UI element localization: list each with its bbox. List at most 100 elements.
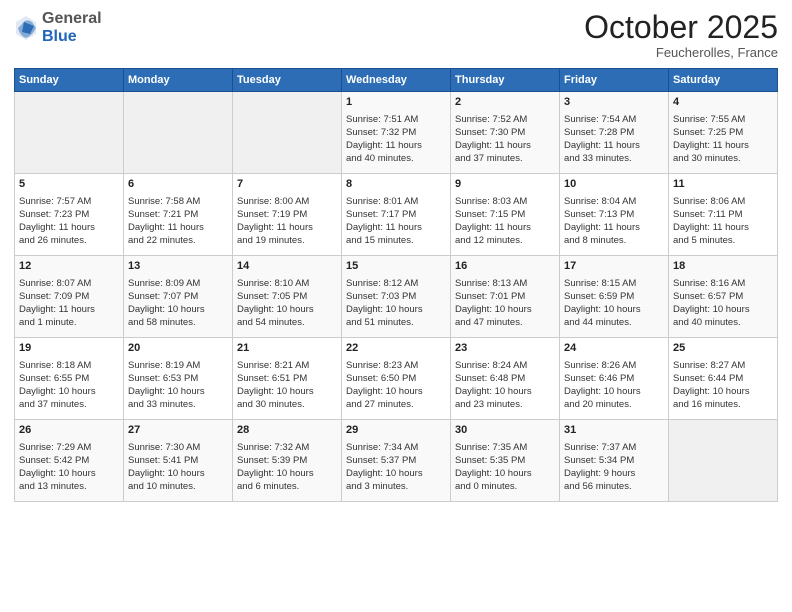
logo-icon bbox=[14, 14, 38, 42]
cell-line: and 5 minutes. bbox=[673, 234, 773, 247]
cell-line: Sunrise: 8:13 AM bbox=[455, 277, 555, 290]
cell-content: 24Sunrise: 8:26 AMSunset: 6:46 PMDayligh… bbox=[564, 341, 664, 412]
cell-line: Sunset: 5:34 PM bbox=[564, 454, 664, 467]
cell-content: 6Sunrise: 7:58 AMSunset: 7:21 PMDaylight… bbox=[128, 177, 228, 248]
cell-line: and 33 minutes. bbox=[564, 152, 664, 165]
cell-line: Sunrise: 8:01 AM bbox=[346, 195, 446, 208]
cell-line: Sunset: 7:28 PM bbox=[564, 126, 664, 139]
cell-line: Daylight: 10 hours bbox=[128, 467, 228, 480]
cell-line: and 22 minutes. bbox=[128, 234, 228, 247]
day-number: 18 bbox=[673, 259, 773, 274]
cell-line: Sunrise: 7:54 AM bbox=[564, 113, 664, 126]
calendar-cell bbox=[124, 92, 233, 174]
calendar-cell: 7Sunrise: 8:00 AMSunset: 7:19 PMDaylight… bbox=[233, 174, 342, 256]
calendar-cell: 29Sunrise: 7:34 AMSunset: 5:37 PMDayligh… bbox=[342, 420, 451, 502]
cell-line: Daylight: 9 hours bbox=[564, 467, 664, 480]
calendar-cell: 30Sunrise: 7:35 AMSunset: 5:35 PMDayligh… bbox=[451, 420, 560, 502]
cell-content: 17Sunrise: 8:15 AMSunset: 6:59 PMDayligh… bbox=[564, 259, 664, 330]
cell-content: 23Sunrise: 8:24 AMSunset: 6:48 PMDayligh… bbox=[455, 341, 555, 412]
cell-line: and 23 minutes. bbox=[455, 398, 555, 411]
calendar-cell: 4Sunrise: 7:55 AMSunset: 7:25 PMDaylight… bbox=[669, 92, 778, 174]
cell-line: Daylight: 10 hours bbox=[346, 303, 446, 316]
cell-line: and 54 minutes. bbox=[237, 316, 337, 329]
calendar-cell: 23Sunrise: 8:24 AMSunset: 6:48 PMDayligh… bbox=[451, 338, 560, 420]
cell-line: and 10 minutes. bbox=[128, 480, 228, 493]
cell-line: Sunrise: 7:52 AM bbox=[455, 113, 555, 126]
calendar-cell: 26Sunrise: 7:29 AMSunset: 5:42 PMDayligh… bbox=[15, 420, 124, 502]
calendar-cell: 3Sunrise: 7:54 AMSunset: 7:28 PMDaylight… bbox=[560, 92, 669, 174]
day-number: 5 bbox=[19, 177, 119, 192]
calendar-cell: 12Sunrise: 8:07 AMSunset: 7:09 PMDayligh… bbox=[15, 256, 124, 338]
cell-content: 8Sunrise: 8:01 AMSunset: 7:17 PMDaylight… bbox=[346, 177, 446, 248]
day-number: 10 bbox=[564, 177, 664, 192]
calendar-cell: 16Sunrise: 8:13 AMSunset: 7:01 PMDayligh… bbox=[451, 256, 560, 338]
cell-line: Sunrise: 8:18 AM bbox=[19, 359, 119, 372]
day-number: 21 bbox=[237, 341, 337, 356]
cell-content: 19Sunrise: 8:18 AMSunset: 6:55 PMDayligh… bbox=[19, 341, 119, 412]
cell-line: and 40 minutes. bbox=[673, 316, 773, 329]
calendar-cell: 31Sunrise: 7:37 AMSunset: 5:34 PMDayligh… bbox=[560, 420, 669, 502]
cell-content: 14Sunrise: 8:10 AMSunset: 7:05 PMDayligh… bbox=[237, 259, 337, 330]
cell-line: and 16 minutes. bbox=[673, 398, 773, 411]
day-number: 6 bbox=[128, 177, 228, 192]
weekday-header-thursday: Thursday bbox=[451, 69, 560, 92]
cell-line: Sunset: 5:37 PM bbox=[346, 454, 446, 467]
cell-line: Daylight: 10 hours bbox=[455, 303, 555, 316]
cell-content: 21Sunrise: 8:21 AMSunset: 6:51 PMDayligh… bbox=[237, 341, 337, 412]
calendar-cell: 14Sunrise: 8:10 AMSunset: 7:05 PMDayligh… bbox=[233, 256, 342, 338]
cell-line: Sunset: 7:32 PM bbox=[346, 126, 446, 139]
cell-line: Daylight: 11 hours bbox=[564, 139, 664, 152]
cell-line: Daylight: 11 hours bbox=[564, 221, 664, 234]
day-number: 11 bbox=[673, 177, 773, 192]
cell-content: 11Sunrise: 8:06 AMSunset: 7:11 PMDayligh… bbox=[673, 177, 773, 248]
calendar-cell bbox=[669, 420, 778, 502]
cell-line: Sunset: 7:21 PM bbox=[128, 208, 228, 221]
calendar-cell: 10Sunrise: 8:04 AMSunset: 7:13 PMDayligh… bbox=[560, 174, 669, 256]
cell-line: Sunrise: 7:30 AM bbox=[128, 441, 228, 454]
cell-line: Sunrise: 7:55 AM bbox=[673, 113, 773, 126]
calendar-cell: 8Sunrise: 8:01 AMSunset: 7:17 PMDaylight… bbox=[342, 174, 451, 256]
cell-line: Daylight: 11 hours bbox=[346, 221, 446, 234]
calendar-cell: 11Sunrise: 8:06 AMSunset: 7:11 PMDayligh… bbox=[669, 174, 778, 256]
cell-line: Sunrise: 8:06 AM bbox=[673, 195, 773, 208]
day-number: 15 bbox=[346, 259, 446, 274]
cell-line: Sunset: 5:41 PM bbox=[128, 454, 228, 467]
day-number: 2 bbox=[455, 95, 555, 110]
calendar-cell: 13Sunrise: 8:09 AMSunset: 7:07 PMDayligh… bbox=[124, 256, 233, 338]
cell-content: 27 Sunrise: 7:30 AMSunset: 5:41 PMDayligh… bbox=[128, 423, 228, 494]
calendar-container: General Blue October 2025 Feucherolles, … bbox=[0, 0, 792, 612]
cell-line: Daylight: 11 hours bbox=[237, 221, 337, 234]
cell-line: and 58 minutes. bbox=[128, 316, 228, 329]
cell-line: Sunset: 5:42 PM bbox=[19, 454, 119, 467]
cell-line: Sunrise: 7:29 AM bbox=[19, 441, 119, 454]
day-number: 27 bbox=[128, 423, 228, 438]
cell-line: Sunrise: 7:32 AM bbox=[237, 441, 337, 454]
cell-line: Daylight: 11 hours bbox=[455, 139, 555, 152]
cell-line: Sunrise: 8:21 AM bbox=[237, 359, 337, 372]
cell-content: 9Sunrise: 8:03 AMSunset: 7:15 PMDaylight… bbox=[455, 177, 555, 248]
cell-line: and 15 minutes. bbox=[346, 234, 446, 247]
cell-line: and 6 minutes. bbox=[237, 480, 337, 493]
cell-line: and 30 minutes. bbox=[673, 152, 773, 165]
month-title: October 2025 bbox=[584, 10, 778, 45]
cell-content: 29Sunrise: 7:34 AMSunset: 5:37 PMDayligh… bbox=[346, 423, 446, 494]
cell-line: and 30 minutes. bbox=[237, 398, 337, 411]
day-number: 20 bbox=[128, 341, 228, 356]
cell-line: Sunset: 7:23 PM bbox=[19, 208, 119, 221]
day-number: 29 bbox=[346, 423, 446, 438]
cell-content: 1Sunrise: 7:51 AMSunset: 7:32 PMDaylight… bbox=[346, 95, 446, 166]
cell-content: 4Sunrise: 7:55 AMSunset: 7:25 PMDaylight… bbox=[673, 95, 773, 166]
calendar-cell: 15Sunrise: 8:12 AMSunset: 7:03 PMDayligh… bbox=[342, 256, 451, 338]
cell-content: 7Sunrise: 8:00 AMSunset: 7:19 PMDaylight… bbox=[237, 177, 337, 248]
calendar-cell bbox=[15, 92, 124, 174]
cell-line: Daylight: 11 hours bbox=[128, 221, 228, 234]
cell-line: Sunset: 7:25 PM bbox=[673, 126, 773, 139]
cell-line: Daylight: 10 hours bbox=[128, 303, 228, 316]
cell-line: Sunset: 7:15 PM bbox=[455, 208, 555, 221]
day-number: 8 bbox=[346, 177, 446, 192]
day-number: 28 bbox=[237, 423, 337, 438]
cell-line: Sunrise: 8:26 AM bbox=[564, 359, 664, 372]
cell-content: 25Sunrise: 8:27 AMSunset: 6:44 PMDayligh… bbox=[673, 341, 773, 412]
cell-content: 22Sunrise: 8:23 AMSunset: 6:50 PMDayligh… bbox=[346, 341, 446, 412]
cell-line: and 8 minutes. bbox=[564, 234, 664, 247]
